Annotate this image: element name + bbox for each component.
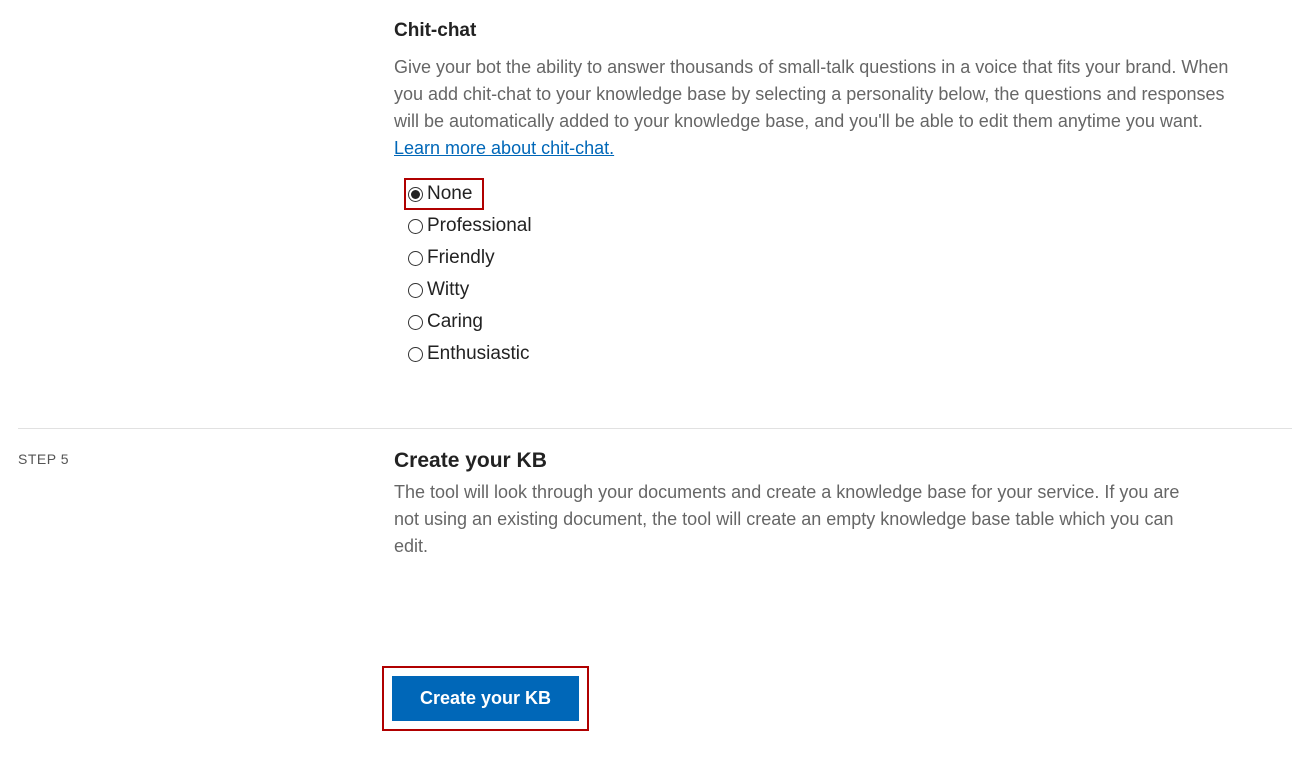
radio-icon — [408, 219, 423, 234]
radio-label: Caring — [427, 311, 483, 333]
personality-radio-group: None Professional Friendly Witty Caring — [404, 178, 1252, 370]
step5-title: Create your KB — [394, 449, 1252, 473]
radio-icon — [408, 283, 423, 298]
radio-label: Friendly — [427, 247, 495, 269]
step5-section: STEP 5 Create your KB The tool will look… — [0, 429, 1310, 771]
radio-icon — [408, 251, 423, 266]
radio-friendly[interactable]: Friendly — [404, 242, 1252, 274]
chitchat-title: Chit-chat — [394, 20, 1252, 42]
radio-icon — [408, 187, 423, 202]
radio-icon — [408, 315, 423, 330]
radio-label: None — [427, 183, 472, 205]
create-kb-highlight: Create your KB — [382, 666, 589, 731]
step5-description: The tool will look through your document… — [394, 479, 1184, 560]
radio-label: Professional — [427, 215, 532, 237]
radio-label: Enthusiastic — [427, 343, 529, 365]
radio-icon — [408, 347, 423, 362]
step-chitchat-section: Chit-chat Give your bot the ability to a… — [0, 0, 1310, 410]
step-content-col: Create your KB The tool will look throug… — [394, 429, 1292, 771]
step-label-col — [18, 0, 394, 410]
radio-label: Witty — [427, 279, 469, 301]
radio-caring[interactable]: Caring — [404, 306, 1252, 338]
step-content-col: Chit-chat Give your bot the ability to a… — [394, 0, 1292, 410]
radio-witty[interactable]: Witty — [404, 274, 1252, 306]
learn-more-link[interactable]: Learn more about chit-chat. — [394, 138, 614, 158]
radio-professional[interactable]: Professional — [404, 210, 1252, 242]
chitchat-description: Give your bot the ability to answer thou… — [394, 54, 1252, 162]
radio-none[interactable]: None — [404, 178, 484, 210]
radio-enthusiastic[interactable]: Enthusiastic — [404, 338, 1252, 370]
step5-label: STEP 5 — [18, 451, 394, 467]
chitchat-description-text: Give your bot the ability to answer thou… — [394, 57, 1228, 131]
step-label-col: STEP 5 — [18, 429, 394, 771]
create-kb-button[interactable]: Create your KB — [392, 676, 579, 721]
